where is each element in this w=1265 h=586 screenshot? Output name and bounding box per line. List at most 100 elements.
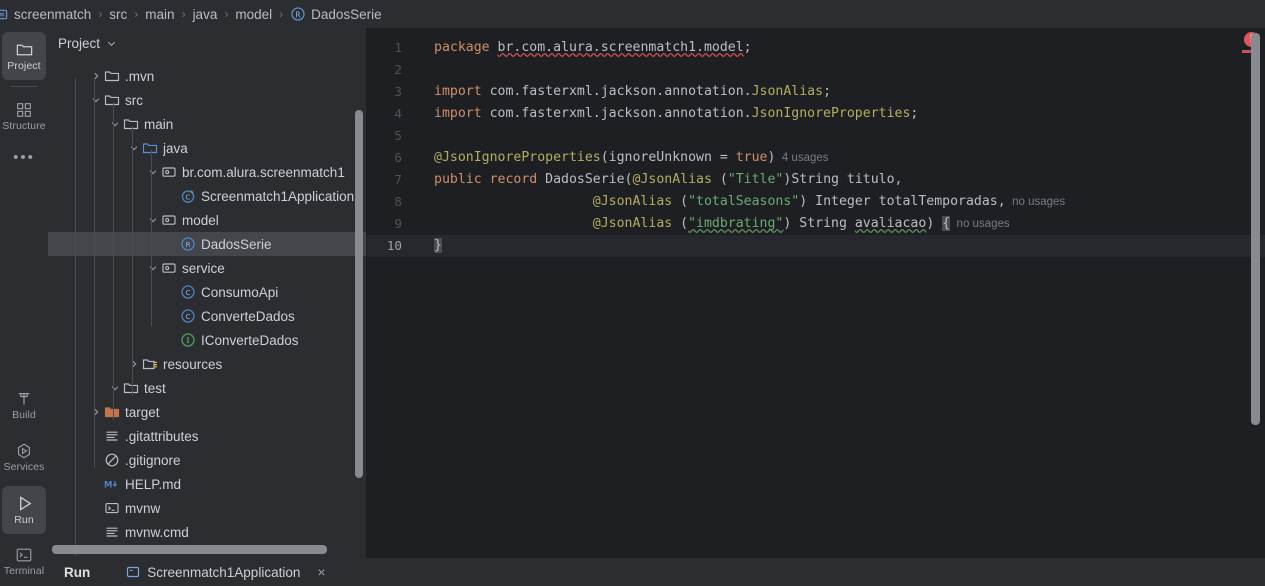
tree-item-mvnw[interactable]: mvnw (48, 496, 366, 520)
tree-item-screenmatch1application[interactable]: C Screenmatch1Application (48, 184, 366, 208)
tree-item-label: br.com.alura.screenmatch1 (182, 164, 345, 180)
code-line[interactable]: 8 @JsonAlias ("totalSeasons") Integer to… (366, 191, 1265, 213)
chevron-down-icon[interactable] (146, 263, 160, 273)
activity-item-structure[interactable]: Structure (2, 93, 46, 141)
tree-item-main[interactable]: main (48, 112, 366, 136)
code-token: "Title" (727, 172, 784, 187)
project-tree-horizontal-scrollbar[interactable] (52, 545, 327, 554)
code-token: ( (719, 172, 728, 187)
activity-label: Terminal (3, 565, 45, 578)
tree-item-iconvertedados[interactable]: I IConverteDados (48, 328, 366, 352)
chevron-down-icon[interactable] (106, 38, 117, 49)
code-content[interactable]: 1 package br.com.alura.screenmatch1.model… (366, 28, 1265, 257)
editor-vertical-scrollbar[interactable] (1251, 33, 1260, 425)
code-line[interactable]: 10} (366, 235, 1265, 257)
chevron-down-icon[interactable] (146, 215, 160, 225)
tree-item-mvnw-cmd[interactable]: mvnw.cmd (48, 520, 366, 544)
run-tab-screenmatch1application[interactable]: Screenmatch1Application × (126, 564, 326, 580)
ignore-file-icon (103, 452, 120, 468)
code-line[interactable]: 3 import com.fasterxml.jackson.annotation… (366, 81, 1265, 103)
code-token: ( (680, 194, 689, 209)
tree-item-convertedados[interactable]: C ConverteDados (48, 304, 366, 328)
code-line[interactable]: 7 public record DadosSerie(@JsonAlias ("T… (366, 169, 1265, 191)
breadcrumb-item-model[interactable]: model (235, 7, 272, 22)
tree-guide-line (94, 78, 95, 468)
chevron-right-icon[interactable] (89, 71, 103, 81)
activity-item-build[interactable]: Build (2, 382, 46, 430)
package-icon (160, 260, 177, 276)
line-number: 6 (394, 150, 402, 165)
folder-icon (15, 40, 34, 59)
tree-item-consumoapi[interactable]: C ConsumoApi (48, 280, 366, 304)
activity-item-services[interactable]: Services (2, 434, 46, 482)
close-icon[interactable]: × (317, 564, 325, 580)
code-line[interactable]: 2 (366, 59, 1265, 81)
folder-icon (103, 92, 120, 108)
target-folder-icon (103, 404, 120, 420)
code-token: package (434, 40, 498, 55)
tree-item-resources[interactable]: resources (48, 352, 366, 376)
tree-item-dadosserie[interactable]: R DadosSerie (48, 232, 366, 256)
line-number: 1 (394, 40, 402, 55)
project-tree-vertical-scrollbar[interactable] (355, 110, 363, 478)
breadcrumb-label: model (235, 6, 273, 22)
svg-text:I: I (186, 336, 189, 345)
code-token: import (434, 106, 490, 121)
code-token: { (942, 216, 951, 231)
chevron-down-icon[interactable] (89, 95, 103, 105)
breadcrumb-item-record[interactable]: R DadosSerie (290, 6, 382, 22)
project-panel-header[interactable]: Project (48, 28, 366, 58)
code-token: @JsonAlias (592, 216, 681, 231)
code-token: )String titulo, (783, 172, 903, 187)
code-token: ) Integer totalTemporadas, (799, 194, 1006, 209)
code-editor[interactable]: 1 package br.com.alura.screenmatch1.model… (366, 28, 1265, 558)
code-token: import (434, 84, 490, 99)
tree-item-label: .gitattributes (125, 428, 199, 444)
tree-item-service[interactable]: service (48, 256, 366, 280)
tree-item-model[interactable]: model (48, 208, 366, 232)
folder-icon (122, 380, 139, 396)
tree-item-test[interactable]: test (48, 376, 366, 400)
project-tree[interactable]: .mvn src main java br.com.alura.screenmatch1… (48, 58, 366, 556)
text-file-icon (103, 524, 120, 540)
chevron-right-icon[interactable] (127, 359, 141, 369)
tree-item-src[interactable]: src (48, 88, 366, 112)
code-line[interactable]: 6 @JsonIgnoreProperties(ignoreUnknown = t… (366, 147, 1265, 169)
tree-item-label: mvnw.cmd (125, 524, 189, 540)
code-line[interactable]: 4 import com.fasterxml.jackson.annotation… (366, 103, 1265, 125)
tree-item--gitattributes[interactable]: .gitattributes (48, 424, 366, 448)
breadcrumb-item-java[interactable]: java (193, 7, 218, 22)
code-line[interactable]: 1 package br.com.alura.screenmatch1.model… (366, 37, 1265, 59)
activity-item-terminal[interactable]: Terminal (2, 538, 46, 586)
tree-item-label: src (125, 92, 143, 108)
tree-item-target[interactable]: target (48, 400, 366, 424)
breadcrumb-item-module[interactable]: screenmatch (0, 7, 91, 22)
code-token: } (434, 238, 442, 253)
activity-item-run[interactable]: Run (2, 486, 46, 534)
tree-item--mvn[interactable]: .mvn (48, 64, 366, 88)
activity-item-project[interactable]: Project (2, 32, 46, 80)
resource-folder-icon (141, 356, 158, 372)
tree-item--gitignore[interactable]: .gitignore (48, 448, 366, 472)
chevron-right-icon[interactable] (89, 407, 103, 417)
code-line[interactable]: 9 @JsonAlias ("imdbrating") String avali… (366, 213, 1265, 235)
breadcrumb-item-main[interactable]: main (145, 7, 174, 22)
chevron-down-icon[interactable] (108, 383, 122, 393)
tree-item-help-md[interactable]: M HELP.md (48, 472, 366, 496)
class-icon: C (179, 308, 196, 324)
chevron-down-icon[interactable] (108, 119, 122, 129)
breadcrumb-item-src[interactable]: src (109, 7, 127, 22)
code-line[interactable]: 5 (366, 125, 1265, 147)
source-folder-icon (141, 140, 158, 156)
code-token: ; (823, 84, 832, 99)
chevron-down-icon[interactable] (127, 143, 141, 153)
tree-item-label: ConverteDados (201, 308, 295, 324)
tree-item-java[interactable]: java (48, 136, 366, 160)
code-token: "totalSeasons" (688, 194, 800, 209)
tree-guide-line (151, 150, 152, 326)
tree-item-br-com-alura-screenmatch1[interactable]: br.com.alura.screenmatch1 (48, 160, 366, 184)
chevron-down-icon[interactable] (146, 167, 160, 177)
activity-more-button[interactable]: ••• (13, 149, 35, 166)
code-token: br.com.alura.screenmatch1.model (497, 40, 744, 55)
